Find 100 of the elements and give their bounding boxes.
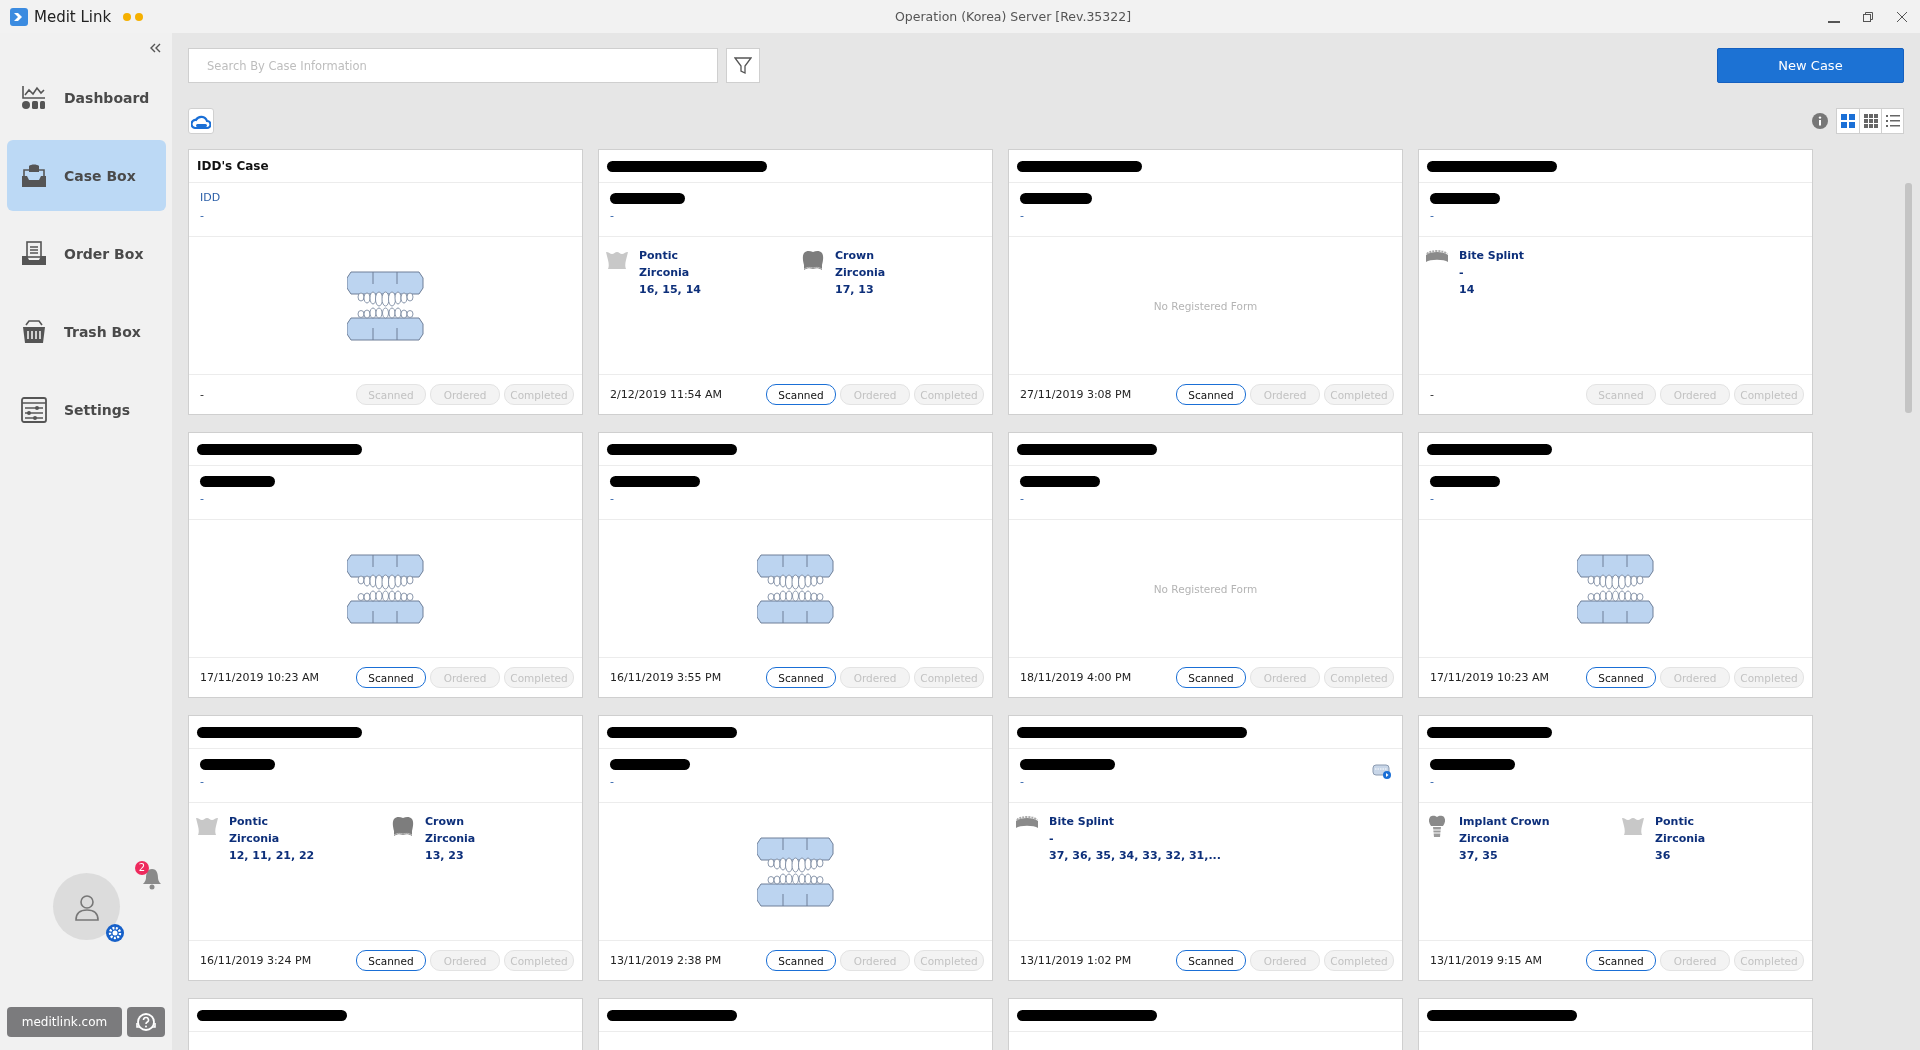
status-chip: Scanned — [1586, 667, 1656, 688]
search-field[interactable]: Search By Case Information — [188, 48, 718, 83]
pontic-tooth-icon — [605, 249, 629, 271]
minimize-icon — [1828, 20, 1840, 23]
view-mode-button[interactable] — [1837, 109, 1859, 133]
nav-item[interactable]: Dashboard — [7, 62, 166, 133]
crown-tooth-icon — [801, 249, 825, 271]
case-date: 16/11/2019 3:55 PM — [610, 671, 723, 684]
list-icon — [1884, 113, 1901, 129]
case-detail: - — [1020, 492, 1025, 505]
status-chip: Scanned — [766, 667, 836, 688]
close-icon — [1896, 10, 1908, 23]
info-icon — [1812, 113, 1828, 129]
case-title: IDD's Case — [197, 159, 269, 173]
chart-icon — [20, 83, 48, 112]
status-chip: Scanned — [1176, 950, 1246, 971]
basket-icon — [20, 317, 48, 346]
nav-item[interactable]: Order Box — [7, 218, 166, 289]
status-dot — [123, 12, 132, 21]
pontic-tooth-icon — [195, 815, 219, 837]
status-chip: Scanned — [356, 667, 426, 688]
nav-item[interactable]: Settings — [7, 374, 166, 445]
restoration-info: Crown — [425, 815, 466, 828]
case-date: 13/11/2019 1:02 PM — [1020, 954, 1133, 967]
status-chip: Scanned — [1586, 950, 1656, 971]
case-date: 16/11/2019 3:24 PM — [200, 954, 313, 967]
dental-splint-icon — [1015, 815, 1039, 829]
app-name: Medit Link — [34, 7, 112, 26]
headset-question-icon — [135, 1011, 157, 1033]
tray-icon — [20, 239, 48, 268]
nav-item[interactable]: Trash Box — [7, 296, 166, 367]
status-chip: Scanned — [356, 950, 426, 971]
restoration-info: 17, 13 — [835, 283, 875, 296]
restoration-info: Crown — [835, 249, 876, 262]
empty-form-text: No Registered Form — [1153, 299, 1258, 312]
case-detail: - — [1020, 775, 1025, 788]
scrollbar-thumb[interactable] — [1905, 183, 1912, 413]
status-chip: Scanned — [766, 384, 836, 405]
pontic-tooth-icon — [1621, 815, 1645, 837]
restoration-info: 12, 11, 21, 22 — [229, 849, 315, 862]
case-detail: - — [610, 492, 615, 505]
restoration-info: Pontic — [639, 249, 679, 262]
filter-icon — [734, 56, 752, 75]
status-dot — [135, 12, 144, 21]
restoration-info: Zirconia — [639, 266, 691, 279]
status-chip: Scanned — [766, 950, 836, 971]
case-detail: - — [610, 209, 615, 222]
window-title: Operation (Korea) Server [Rev.35322] — [894, 9, 1133, 24]
restoration-info: Pontic — [229, 815, 269, 828]
case-date: 13/11/2019 9:15 AM — [1430, 954, 1544, 967]
restoration-info: Implant Crown — [1459, 815, 1550, 828]
case-date: - — [200, 388, 205, 401]
case-date: 27/11/2019 3:08 PM — [1020, 388, 1133, 401]
restore-icon — [1862, 10, 1874, 23]
case-date: - — [1430, 388, 1435, 401]
case-date: 13/11/2019 2:38 PM — [610, 954, 723, 967]
patient-name: IDD — [200, 191, 222, 204]
restoration-info: Zirconia — [229, 832, 281, 845]
case-detail: - — [200, 209, 205, 222]
restoration-info: Zirconia — [425, 832, 476, 845]
restoration-info: Zirconia — [1459, 832, 1511, 845]
restoration-info: Pontic — [1655, 815, 1695, 828]
case-date: 17/11/2019 10:23 AM — [1430, 671, 1551, 684]
crown-tooth-icon — [391, 815, 415, 837]
case-detail: - — [1430, 775, 1435, 788]
empty-form-text: No Registered Form — [1153, 582, 1258, 595]
help-button[interactable] — [127, 1007, 165, 1037]
restoration-info: 37, 36, 35, 34, 33, 32, 31,... — [1049, 849, 1221, 862]
restoration-info: 13, 23 — [425, 849, 465, 862]
settings-icon — [20, 395, 48, 424]
app-logo-icon — [10, 7, 28, 26]
restoration-info: Zirconia — [1655, 832, 1706, 845]
small-grid-icon — [1862, 113, 1879, 129]
case-detail: - — [1020, 209, 1025, 222]
website-button[interactable]: meditlink.com — [7, 1007, 122, 1037]
dental-splint-icon — [1425, 249, 1449, 263]
restoration-info: 16, 15, 14 — [639, 283, 701, 296]
restoration-info: - — [1049, 832, 1055, 845]
cloud-button[interactable] — [188, 108, 214, 134]
case-detail: - — [1430, 492, 1435, 505]
case-detail: - — [200, 775, 205, 788]
restoration-info: 37, 35 — [1459, 849, 1499, 862]
case-date: 2/12/2019 11:54 AM — [610, 388, 724, 401]
case-detail: - — [1430, 209, 1435, 222]
filter-button[interactable] — [726, 48, 760, 83]
gear-icon — [106, 924, 124, 942]
restoration-info: 36 — [1655, 849, 1672, 862]
person-icon — [72, 892, 101, 921]
view-mode-button[interactable] — [1859, 109, 1881, 133]
case-detail: - — [610, 775, 615, 788]
view-mode-button[interactable] — [1881, 109, 1903, 133]
restoration-info: Bite Splint — [1049, 815, 1116, 828]
restoration-info: Bite Splint — [1459, 249, 1525, 262]
new-case-button[interactable]: New Case — [1717, 48, 1904, 83]
nav-item[interactable]: Case Box — [7, 140, 166, 211]
status-chip: Scanned — [1176, 384, 1246, 405]
case-date: 18/11/2019 4:00 PM — [1020, 671, 1133, 684]
case-detail: - — [200, 492, 205, 505]
restoration-info: Zirconia — [835, 266, 886, 279]
notification-button[interactable]: 2 — [135, 861, 163, 891]
